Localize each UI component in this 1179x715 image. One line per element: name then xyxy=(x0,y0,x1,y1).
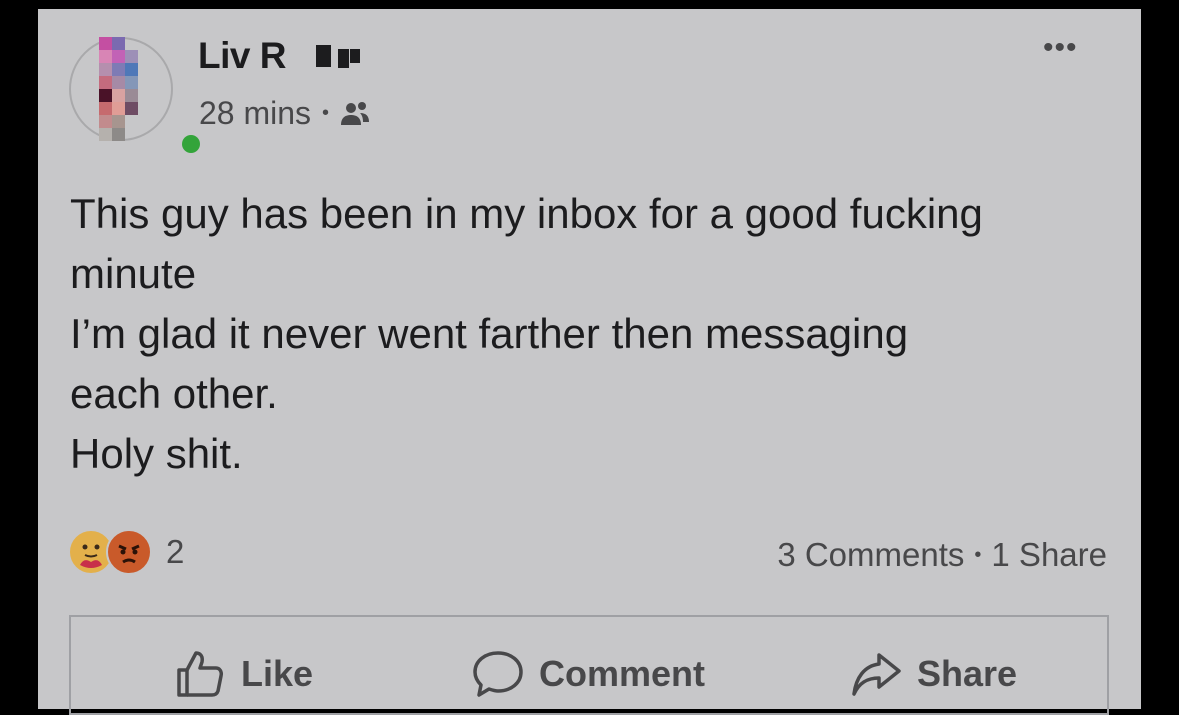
post-meta: 28 mins • xyxy=(199,95,372,132)
redaction-mark xyxy=(338,49,349,68)
post-timestamp[interactable]: 28 mins xyxy=(199,95,311,132)
author-name[interactable]: Liv R xyxy=(198,35,286,77)
post-body-line: This guy has been in my inbox for a good… xyxy=(70,190,983,237)
redaction-mark xyxy=(316,45,331,67)
post-body: This guy has been in my inbox for a good… xyxy=(70,184,1110,484)
comment-button[interactable]: Comment xyxy=(471,647,705,701)
thumbs-up-icon xyxy=(177,651,223,697)
post-body-line: Holy shit. xyxy=(70,430,243,477)
share-label: Share xyxy=(917,653,1018,694)
reaction-count: 2 xyxy=(166,533,185,570)
stats-separator: • xyxy=(974,543,982,566)
like-button[interactable]: Like xyxy=(173,647,313,701)
post-card: Liv R 28 mins • ••• This guy has been in… xyxy=(38,9,1141,715)
post-body-line: I’m glad it never went farther then mess… xyxy=(70,310,909,357)
redaction-mark xyxy=(350,49,360,63)
post-body-line: each other. xyxy=(70,370,278,417)
angry-reaction-icon xyxy=(106,529,152,575)
like-label: Like xyxy=(241,653,314,694)
meta-separator: • xyxy=(322,102,330,124)
engagement-stats: 3 Comments • 1 Share xyxy=(777,536,1107,574)
more-options-icon[interactable]: ••• xyxy=(1043,31,1078,65)
online-status-dot xyxy=(182,135,200,153)
comment-bubble-icon xyxy=(473,651,523,697)
comments-count-link[interactable]: 3 Comments xyxy=(777,536,964,574)
comment-label: Comment xyxy=(539,653,706,694)
post-body-line: minute xyxy=(70,250,197,297)
reactions-summary[interactable]: 2 xyxy=(68,529,184,575)
share-button[interactable]: Share xyxy=(849,647,1017,701)
post-action-bar: Like Comment Share xyxy=(69,615,1109,715)
author-avatar[interactable] xyxy=(69,37,200,153)
share-arrow-icon xyxy=(852,653,901,696)
friends-icon[interactable] xyxy=(338,99,372,129)
shares-count-link[interactable]: 1 Share xyxy=(991,536,1107,574)
avatar-pixelated-image xyxy=(99,37,159,157)
